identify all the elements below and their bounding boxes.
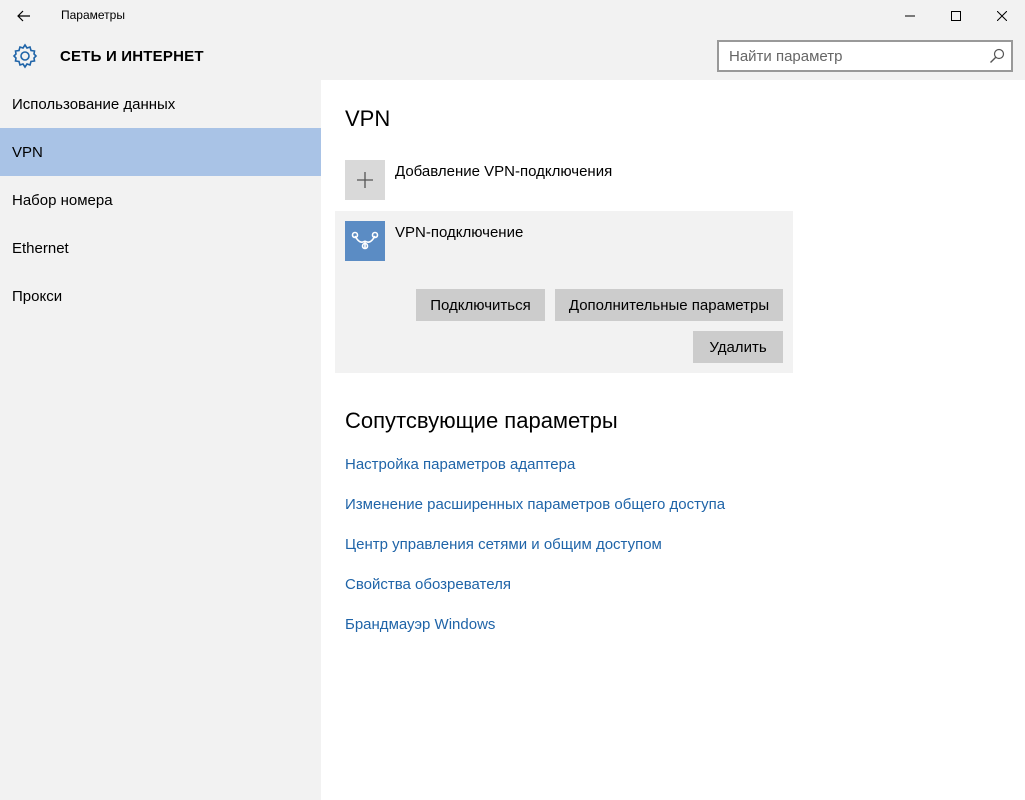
section-title: СЕТЬ И ИНТЕРНЕТ xyxy=(60,48,204,65)
arrow-left-icon xyxy=(17,10,30,22)
page-title: VPN xyxy=(345,106,391,131)
sidebar-item-label: Прокси xyxy=(12,287,63,305)
related-settings-title: Сопутсвующие параметры xyxy=(345,408,618,433)
sidebar-item-ethernet[interactable]: Ethernet xyxy=(0,224,321,272)
sidebar-item-proxy[interactable]: Прокси xyxy=(0,272,321,320)
sidebar-item-label: Использование данных xyxy=(12,95,176,113)
link-internet-options[interactable]: Свойства обозревателя xyxy=(345,576,511,593)
minimize-icon xyxy=(905,15,915,17)
sidebar-item-label: VPN xyxy=(12,143,43,161)
add-vpn-button[interactable]: Добавление VPN-подключения xyxy=(345,160,612,200)
search-icon[interactable] xyxy=(989,48,1005,64)
sidebar-item-label: Ethernet xyxy=(12,239,69,257)
sidebar: Использование данных VPN Набор номера Et… xyxy=(0,80,321,800)
vpn-icon-box xyxy=(345,221,385,261)
add-icon-box xyxy=(345,160,385,200)
maximize-button[interactable] xyxy=(933,0,979,32)
link-network-center[interactable]: Центр управления сетями и общим доступом xyxy=(345,536,662,553)
link-adapter-settings[interactable]: Настройка параметров адаптера xyxy=(345,456,575,473)
vpn-link-icon xyxy=(351,231,379,250)
gear-icon xyxy=(12,43,38,69)
vpn-connection-name: VPN-подключение xyxy=(395,224,524,241)
plus-icon xyxy=(357,172,373,188)
sidebar-item-data-usage[interactable]: Использование данных xyxy=(0,80,321,128)
close-icon xyxy=(997,11,1007,21)
sidebar-item-label: Набор номера xyxy=(12,191,113,209)
main-content: VPN Добавление VPN-подключения VPN-подкл xyxy=(321,80,1025,800)
sidebar-item-vpn[interactable]: VPN xyxy=(0,128,321,176)
minimize-button[interactable] xyxy=(887,0,933,32)
link-windows-firewall[interactable]: Брандмауэр Windows xyxy=(345,616,495,633)
delete-button[interactable]: Удалить xyxy=(693,331,783,363)
settings-header: СЕТЬ И ИНТЕРНЕТ xyxy=(0,32,1025,80)
search-box[interactable] xyxy=(717,40,1013,72)
sidebar-item-dial-up[interactable]: Набор номера xyxy=(0,176,321,224)
back-button[interactable] xyxy=(8,0,40,32)
search-input[interactable] xyxy=(719,42,979,70)
vpn-connection-card[interactable]: VPN-подключение Подключиться Дополнитель… xyxy=(335,211,793,373)
close-button[interactable] xyxy=(979,0,1025,32)
maximize-icon xyxy=(951,11,961,21)
link-advanced-sharing[interactable]: Изменение расширенных параметров общего … xyxy=(345,496,725,513)
connect-button[interactable]: Подключиться xyxy=(416,289,545,321)
advanced-options-button[interactable]: Дополнительные параметры xyxy=(555,289,783,321)
add-vpn-label: Добавление VPN-подключения xyxy=(395,163,613,180)
title-bar: Параметры xyxy=(0,0,1025,32)
window-title: Параметры xyxy=(61,8,125,22)
